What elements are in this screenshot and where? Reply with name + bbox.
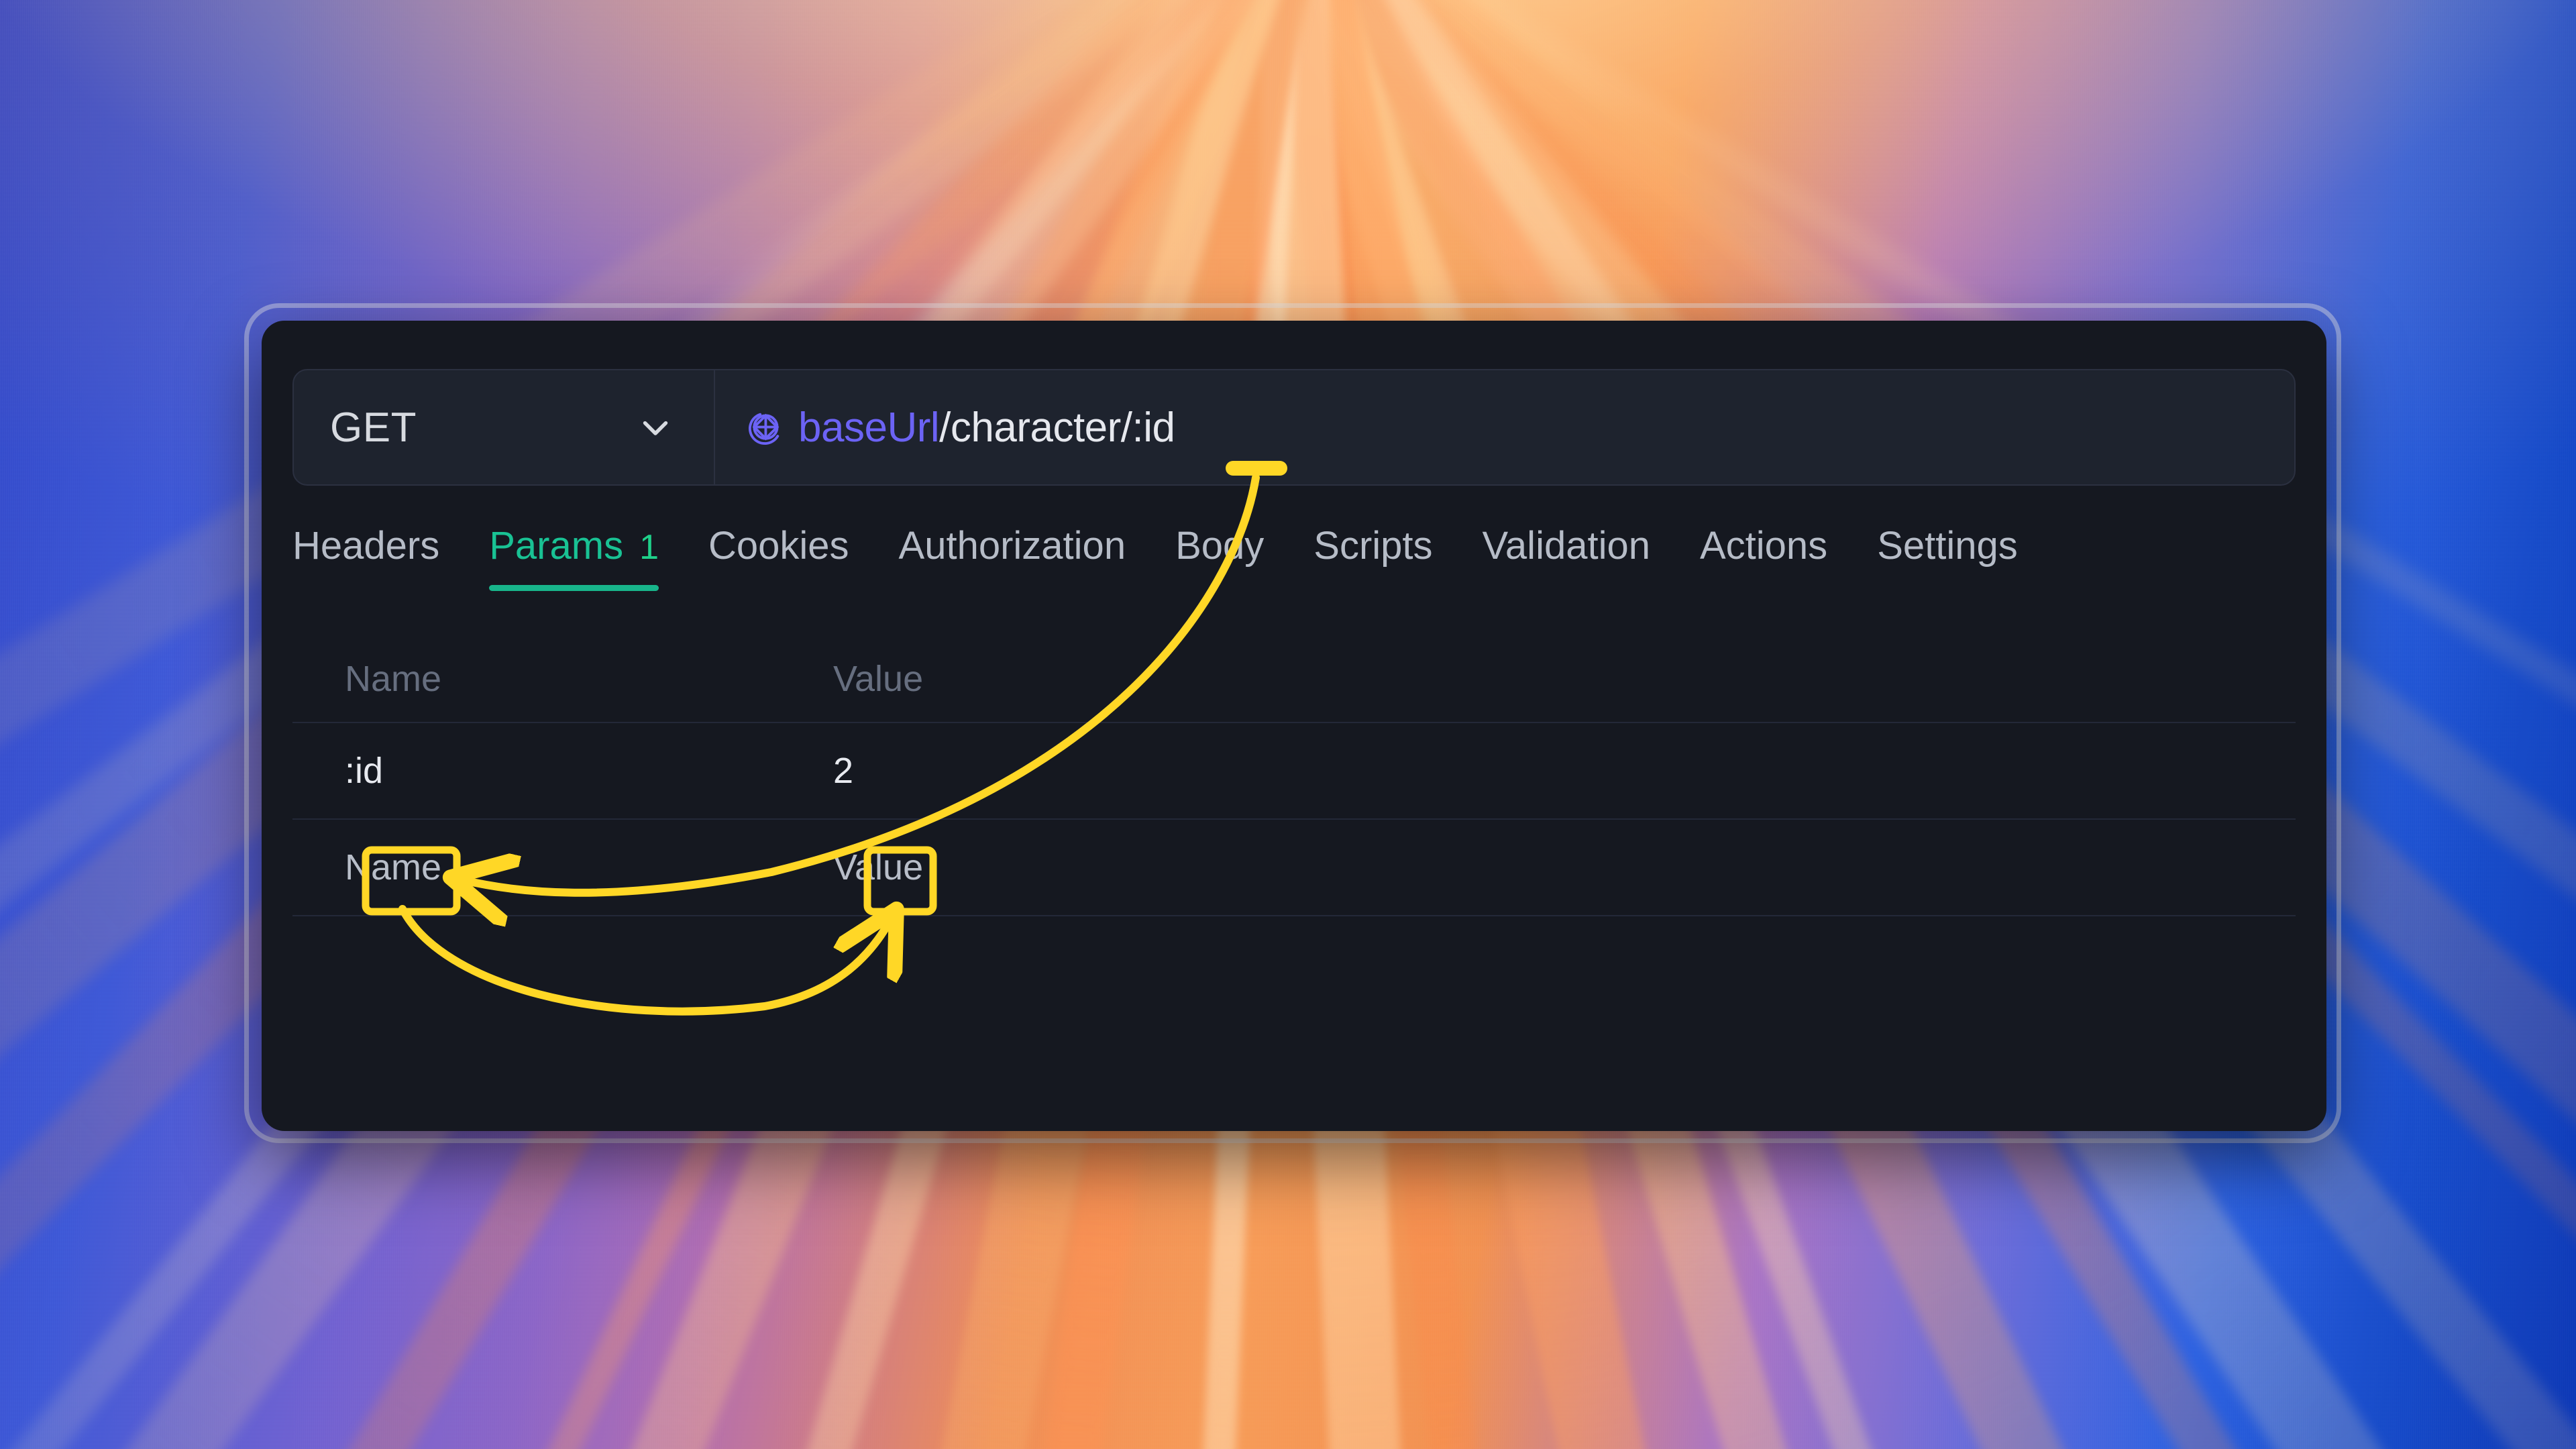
params-table-header-row: Name Value	[292, 636, 2296, 723]
tab-label: Params	[489, 524, 624, 568]
tab-scripts[interactable]: Scripts	[1313, 523, 1432, 568]
tab-validation[interactable]: Validation	[1483, 523, 1650, 568]
column-header-name-cell: Name	[292, 658, 802, 700]
param-value-cell[interactable]: 2	[802, 750, 2296, 792]
tab-active-underline	[489, 585, 659, 591]
tab-label: Authorization	[898, 524, 1126, 568]
column-header-name: Name	[345, 659, 442, 699]
table-row-spacer	[292, 916, 2296, 1004]
http-method-label: GET	[330, 404, 417, 451]
api-client-window: GET baseUrl/character/:id Headers Params 1…	[262, 321, 2326, 1131]
url-path-token: /character/:id	[939, 404, 1175, 451]
new-param-value-cell[interactable]: Value	[802, 847, 2296, 888]
params-table: Name Value :id 2 Name Value	[292, 636, 2296, 1131]
tab-settings[interactable]: Settings	[1877, 523, 2018, 568]
tab-label: Validation	[1482, 524, 1650, 568]
url-variable-token: baseUrl	[798, 404, 940, 451]
new-param-name-cell[interactable]: Name	[292, 847, 802, 888]
tab-label: Cookies	[708, 524, 849, 568]
new-param-value-placeholder: Value	[833, 847, 924, 888]
tab-actions[interactable]: Actions	[1700, 523, 1827, 568]
tab-label: Settings	[1877, 524, 2018, 568]
http-method-select[interactable]: GET	[294, 370, 715, 484]
param-value-value: 2	[833, 751, 854, 791]
param-name-cell[interactable]: :id	[292, 750, 802, 792]
tab-label: Actions	[1699, 524, 1828, 568]
tab-headers[interactable]: Headers	[292, 523, 439, 568]
tab-label: Scripts	[1313, 524, 1433, 568]
new-param-name-placeholder: Name	[345, 847, 442, 888]
tab-label: Headers	[292, 524, 440, 568]
tab-cookies[interactable]: Cookies	[708, 523, 849, 568]
request-url-bar: GET baseUrl/character/:id	[292, 369, 2296, 486]
request-url-text: baseUrl/character/:id	[798, 404, 1175, 451]
table-row[interactable]: :id 2	[292, 723, 2296, 820]
column-header-value-cell: Value	[802, 658, 2296, 700]
tab-label: Body	[1175, 524, 1265, 568]
request-url-input[interactable]: baseUrl/character/:id	[715, 370, 2294, 484]
param-name-value: :id	[345, 751, 384, 791]
tab-authorization[interactable]: Authorization	[899, 523, 1126, 568]
globe-variable-icon	[748, 413, 780, 445]
chevron-down-icon	[643, 421, 668, 435]
request-tab-bar: Headers Params 1 Cookies Authorization Body Sc…	[292, 523, 2296, 608]
tab-body[interactable]: Body	[1175, 523, 1264, 568]
table-row-empty[interactable]: Name Value	[292, 820, 2296, 916]
column-header-value: Value	[833, 659, 924, 699]
tab-badge-count: 1	[639, 528, 659, 567]
tab-params[interactable]: Params 1	[489, 523, 659, 591]
